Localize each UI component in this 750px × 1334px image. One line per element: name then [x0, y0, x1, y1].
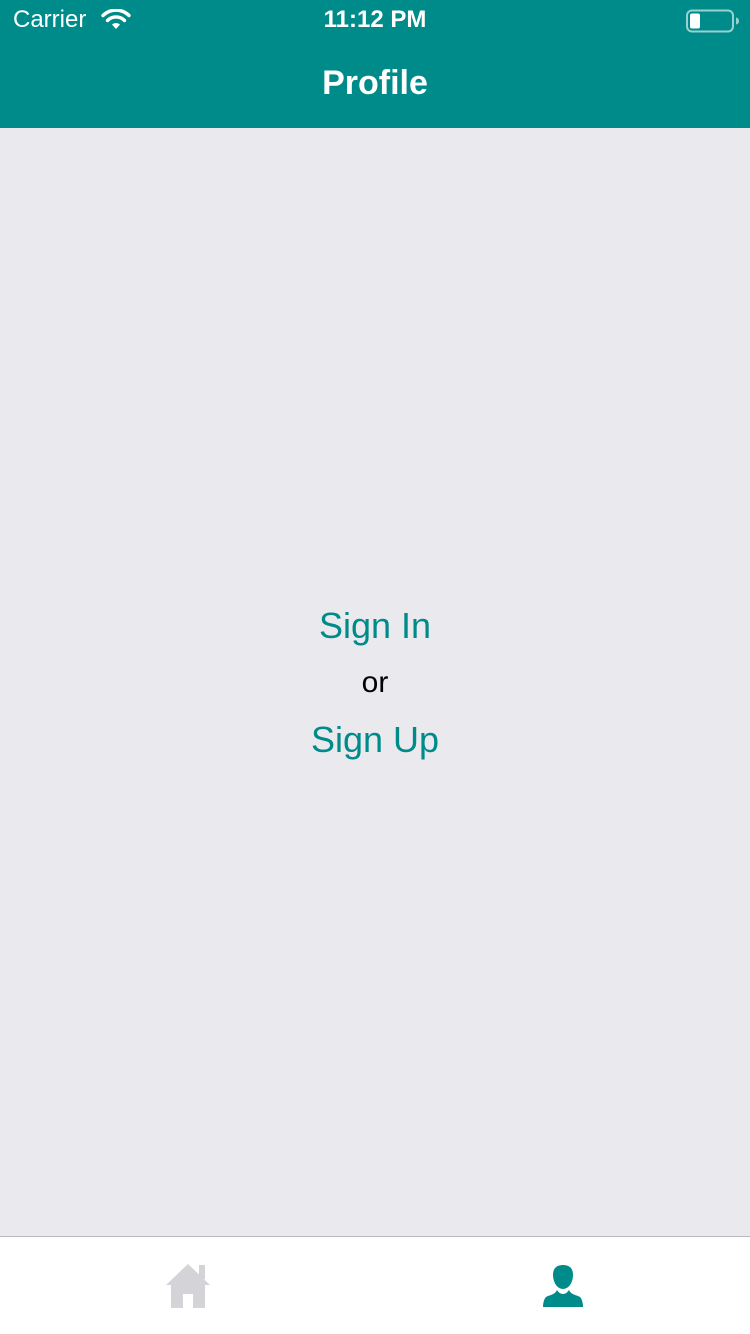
tab-home[interactable]: [0, 1237, 375, 1334]
sign-in-button[interactable]: Sign In: [319, 598, 431, 654]
profile-screen: Carrier 11:12 PM Profile Sign In or Sign…: [0, 0, 750, 1334]
auth-options: Sign In or Sign Up: [0, 598, 750, 768]
battery-icon: [686, 9, 739, 33]
main-content: Sign In or Sign Up: [0, 128, 750, 1236]
sign-up-button[interactable]: Sign Up: [311, 712, 439, 768]
tab-bar: [0, 1236, 750, 1334]
status-bar: Carrier 11:12 PM: [0, 0, 750, 40]
person-icon: [542, 1265, 583, 1307]
tab-profile[interactable]: [375, 1237, 750, 1334]
home-icon: [165, 1264, 210, 1308]
status-time: 11:12 PM: [323, 6, 427, 33]
or-separator-label: or: [361, 666, 389, 699]
header: Carrier 11:12 PM Profile: [0, 0, 750, 128]
page-title: Profile: [322, 64, 428, 102]
